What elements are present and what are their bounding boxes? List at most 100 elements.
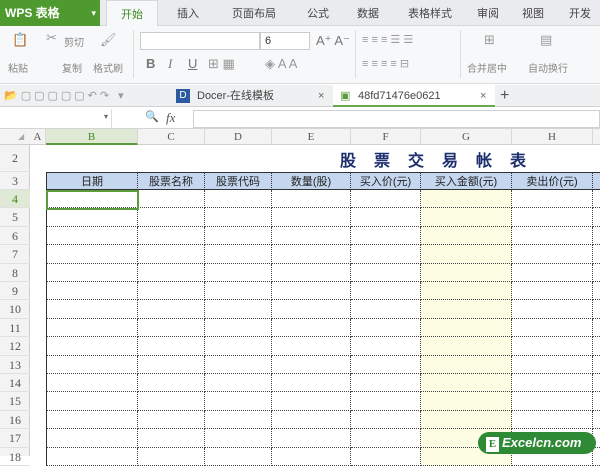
column-header-B[interactable]: B [46, 129, 138, 145]
table-cell[interactable] [351, 263, 421, 282]
row-header-11[interactable]: 11 [0, 319, 30, 338]
table-cell[interactable] [205, 318, 272, 338]
table-cell[interactable] [593, 392, 600, 411]
table-cell[interactable] [205, 190, 272, 209]
table-cell[interactable] [46, 245, 138, 264]
chevron-down-icon[interactable]: ▾ [104, 112, 108, 121]
row-header-10[interactable]: 10 [0, 300, 30, 319]
table-cell[interactable] [512, 410, 593, 430]
table-cell[interactable] [421, 208, 512, 227]
table-cell[interactable] [421, 355, 512, 374]
table-cell[interactable] [351, 300, 421, 319]
table-cell[interactable] [351, 447, 421, 466]
table-cell[interactable] [351, 190, 421, 209]
table-cell[interactable] [46, 282, 138, 301]
table-cell[interactable] [512, 374, 593, 393]
table-cell[interactable] [351, 245, 421, 264]
format-painter-button[interactable]: 格式刷 [93, 60, 123, 75]
table-cell[interactable] [205, 208, 272, 227]
zoom-search-icon[interactable]: 🔍 [145, 110, 159, 123]
table-cell[interactable] [512, 208, 593, 227]
table-cell[interactable] [512, 263, 593, 282]
table-cell[interactable] [512, 226, 593, 246]
row-header-15[interactable]: 15 [0, 392, 30, 411]
table-cell[interactable] [205, 374, 272, 393]
table-cell[interactable] [593, 190, 600, 209]
table-cell[interactable] [593, 208, 600, 227]
tab-docer[interactable]: Docer-在线模板 [197, 85, 274, 107]
row-header-12[interactable]: 12 [0, 337, 30, 356]
table-header-cell[interactable]: 股票代码 [205, 172, 272, 190]
row-header-18[interactable]: 18 [0, 448, 30, 466]
new-tab-icon[interactable]: + [500, 85, 509, 107]
column-header-E[interactable]: E [272, 129, 351, 145]
table-cell[interactable] [351, 429, 421, 448]
row-header-17[interactable]: 17 [0, 429, 30, 448]
table-cell[interactable] [272, 447, 351, 466]
column-header-F[interactable]: F [351, 129, 421, 145]
table-cell[interactable] [351, 355, 421, 374]
table-header-cell[interactable]: 卖出价(元) [512, 172, 593, 190]
tab-menu-7[interactable]: 视图 [513, 0, 553, 26]
table-cell[interactable] [351, 337, 421, 356]
table-cell[interactable] [421, 392, 512, 411]
table-cell[interactable] [421, 318, 512, 338]
table-cell[interactable] [138, 429, 205, 448]
table-cell[interactable] [593, 356, 600, 374]
table-cell[interactable] [421, 337, 512, 356]
italic-button[interactable]: I [168, 56, 172, 72]
row-header-8[interactable]: 8 [0, 264, 30, 282]
table-header-cell[interactable] [593, 172, 600, 190]
table-cell[interactable] [421, 190, 512, 209]
tab-menu-0[interactable]: 开始 [106, 0, 158, 26]
table-cell[interactable] [46, 392, 138, 411]
table-cell[interactable] [351, 374, 421, 393]
table-cell[interactable] [46, 300, 138, 319]
tab-menu-4[interactable]: 数据 [346, 0, 390, 26]
merge-center-button[interactable]: 合并居中 [467, 60, 507, 75]
app-menu-button[interactable]: WPS 表格 ▾ [0, 0, 100, 26]
table-cell[interactable] [593, 227, 600, 246]
table-cell[interactable] [272, 410, 351, 430]
table-cell[interactable] [205, 447, 272, 466]
table-cell[interactable] [46, 337, 138, 356]
table-cell[interactable] [138, 355, 205, 374]
borders-icon[interactable]: ⊞ ▦ [208, 56, 235, 72]
tab-menu-1[interactable]: 插入 [162, 0, 214, 26]
bold-button[interactable]: B [146, 56, 155, 71]
table-cell[interactable] [512, 392, 593, 411]
table-cell[interactable] [138, 245, 205, 264]
table-cell[interactable] [593, 245, 600, 264]
table-cell[interactable] [593, 411, 600, 430]
row-header-14[interactable]: 14 [0, 374, 30, 393]
table-cell[interactable] [138, 410, 205, 430]
table-cell[interactable] [351, 318, 421, 338]
table-cell[interactable] [272, 337, 351, 356]
table-cell[interactable] [138, 447, 205, 466]
column-header-G[interactable]: G [421, 129, 512, 145]
row-header-6[interactable]: 6 [0, 227, 30, 246]
quick-access-icons[interactable]: 📂▢▢▢▢▢↶↷ ▾ [4, 89, 127, 102]
table-cell[interactable] [46, 318, 138, 338]
table-cell[interactable] [46, 355, 138, 374]
tab-menu-6[interactable]: 审阅 [468, 0, 508, 26]
table-cell[interactable] [138, 392, 205, 411]
active-cell[interactable] [46, 190, 139, 210]
fill-color-icon[interactable]: ◈ A A [265, 56, 297, 72]
table-cell[interactable] [205, 226, 272, 246]
table-cell[interactable] [272, 226, 351, 246]
row-header-2[interactable]: 2 [0, 145, 30, 172]
row-header-13[interactable]: 13 [0, 356, 30, 374]
table-cell[interactable] [512, 282, 593, 301]
table-cell[interactable] [272, 429, 351, 448]
grow-font-icon[interactable]: A⁺ A⁻ [316, 33, 350, 49]
formula-input[interactable] [193, 110, 600, 128]
table-cell[interactable] [351, 226, 421, 246]
name-box[interactable] [0, 109, 112, 128]
table-cell[interactable] [421, 263, 512, 282]
table-cell[interactable] [272, 300, 351, 319]
table-cell[interactable] [205, 300, 272, 319]
row-header-3[interactable]: 3 [0, 172, 30, 190]
font-name-input[interactable] [140, 32, 260, 50]
table-cell[interactable] [272, 263, 351, 282]
